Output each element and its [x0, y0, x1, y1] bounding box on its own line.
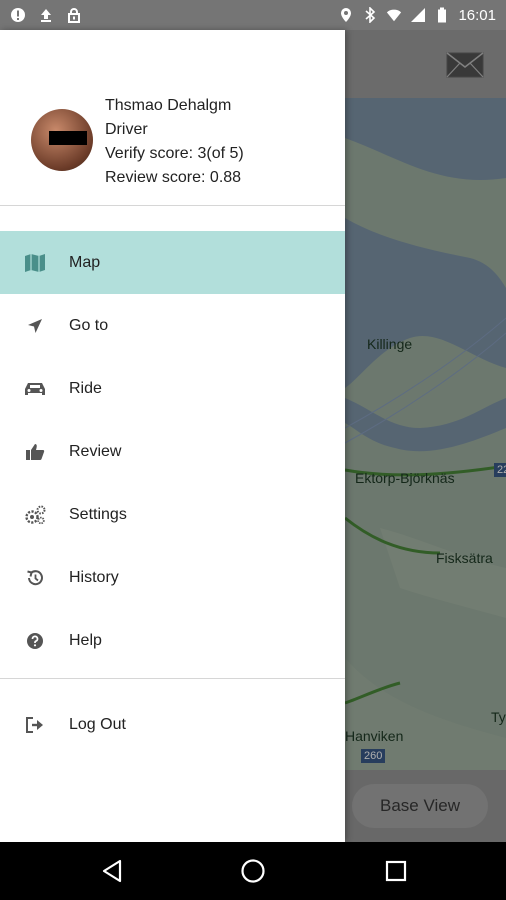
- gears-icon: [24, 504, 46, 526]
- avatar: [31, 109, 93, 171]
- status-left-icons: [10, 7, 82, 23]
- history-icon: [24, 567, 46, 589]
- status-bar: 16:01: [0, 0, 506, 30]
- menu-divider: [0, 678, 345, 679]
- car-icon: [24, 378, 46, 400]
- back-button[interactable]: [97, 856, 127, 886]
- alert-icon: [10, 7, 26, 23]
- logout-icon: [24, 714, 46, 736]
- profile-review-score: Review score: 0.88: [105, 169, 242, 186]
- profile-verify-score: Verify score: 3(of 5): [105, 145, 244, 162]
- recents-square-icon: [385, 860, 407, 882]
- lock-icon: [66, 7, 82, 23]
- profile-role: Driver: [105, 121, 148, 138]
- home-button[interactable]: [238, 856, 268, 886]
- recents-button[interactable]: [381, 856, 411, 886]
- upload-icon: [38, 7, 54, 23]
- battery-icon: [434, 7, 450, 23]
- menu-item-label: Go to: [69, 316, 109, 334]
- back-triangle-icon: [102, 859, 122, 883]
- signal-icon: [410, 7, 426, 23]
- navigation-arrow-icon: [24, 315, 46, 337]
- menu-item-review[interactable]: Review: [0, 420, 345, 483]
- logout-label: Log Out: [69, 715, 126, 733]
- status-right-icons: 16:01: [338, 7, 496, 24]
- status-time: 16:01: [458, 6, 496, 24]
- wifi-icon: [386, 7, 402, 23]
- bluetooth-icon: [362, 7, 378, 23]
- location-icon: [338, 7, 354, 23]
- menu-item-help[interactable]: Help: [0, 609, 345, 672]
- menu-item-logout[interactable]: Log Out: [0, 693, 345, 756]
- system-nav-bar: [0, 842, 506, 900]
- menu-item-label: History: [69, 568, 119, 586]
- menu-item-label: Help: [69, 631, 102, 649]
- menu-item-label: Ride: [69, 379, 102, 397]
- menu-item-ride[interactable]: Ride: [0, 357, 345, 420]
- menu-item-label: Review: [69, 442, 122, 460]
- help-icon: [24, 630, 46, 652]
- menu-item-map[interactable]: Map: [0, 231, 345, 294]
- profile-details: Thsmao Dehalgm Driver Verify score: 3(of…: [105, 94, 244, 190]
- drawer-menu: Map Go to Ride Review Settings History H…: [0, 231, 345, 672]
- home-circle-icon: [241, 859, 265, 883]
- menu-item-settings[interactable]: Settings: [0, 483, 345, 546]
- profile-header: Thsmao Dehalgm Driver Verify score: 3(of…: [0, 30, 345, 206]
- menu-item-go-to[interactable]: Go to: [0, 294, 345, 357]
- menu-item-label: Settings: [69, 505, 127, 523]
- profile-name: Thsmao Dehalgm: [105, 97, 232, 114]
- menu-item-history[interactable]: History: [0, 546, 345, 609]
- menu-item-label: Map: [69, 253, 101, 271]
- navigation-drawer: Thsmao Dehalgm Driver Verify score: 3(of…: [0, 30, 345, 842]
- avatar-redaction-bar: [49, 131, 87, 145]
- map-icon: [24, 252, 46, 274]
- thumbs-up-icon: [24, 441, 46, 463]
